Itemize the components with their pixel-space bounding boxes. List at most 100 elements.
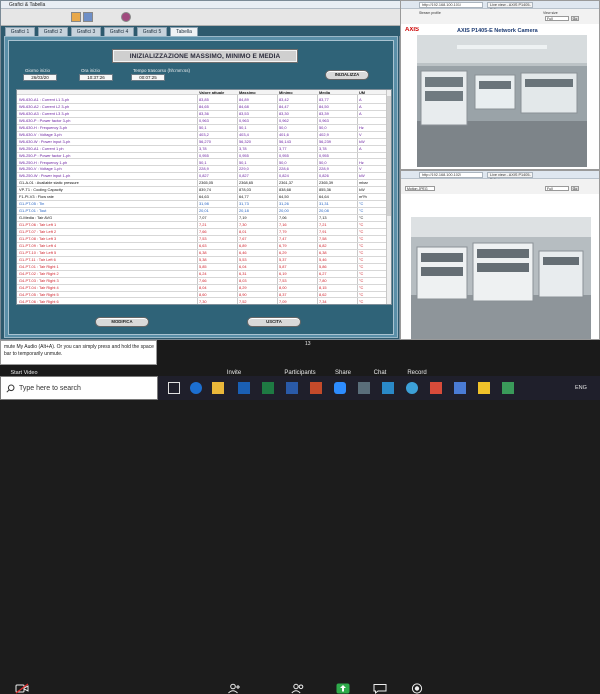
app-icon-6[interactable] — [478, 382, 490, 394]
participants-icon[interactable] — [291, 683, 305, 694]
table-row: G1-PT-05 : Tin 31,98 31,73 31,26 31,31 °C — [17, 201, 387, 209]
url-field-top[interactable]: http://192.168.100.101/ — [419, 2, 483, 8]
tab-grafici-4[interactable]: Grafici 4 — [104, 27, 134, 36]
powerpoint-icon[interactable] — [310, 382, 322, 394]
value-unit: °C — [359, 256, 364, 262]
view-size-select[interactable]: Full — [545, 16, 569, 21]
value-current: 50,1 — [199, 159, 207, 165]
search-icon — [6, 384, 15, 393]
elapsed-label: Tempo trascorso (hh:mm:ss) — [133, 68, 191, 73]
value-current: 20,01 — [199, 208, 209, 214]
file-explorer-icon[interactable] — [212, 382, 224, 394]
tab-grafici-3[interactable]: Grafici 3 — [71, 27, 101, 36]
share-icon[interactable] — [336, 683, 350, 694]
value-avg: 7,80 — [319, 277, 327, 283]
row-label: G4-PT-02 : Tair Right 2 — [19, 270, 59, 276]
row-label: W6-630-A1 : Current L1 3-ph — [19, 96, 70, 102]
value-max: 7,30 — [239, 222, 247, 228]
view-size-select-bottom[interactable]: Full — [545, 186, 569, 191]
value-min: 50,0 — [279, 159, 287, 165]
task-view-icon[interactable] — [168, 382, 180, 394]
table-row: G4-PT-06 : Tair Right 6 7,30 7,52 7,09 7,34 °… — [17, 298, 387, 305]
value-min: 7,47 — [279, 235, 287, 241]
value-unit: °C — [359, 201, 364, 207]
modifica-button[interactable]: MODIFICA — [95, 317, 149, 327]
value-max: 8,03 — [239, 277, 247, 283]
scrollbar-thumb[interactable] — [386, 96, 391, 216]
row-label: F1-PI-V3 : Flow rate — [19, 194, 54, 200]
record-icon[interactable] — [410, 683, 424, 694]
browser-tab-bottom[interactable]: Live view - AXIS P1405-E Net... — [487, 172, 533, 182]
word-icon[interactable] — [286, 382, 298, 394]
browser-tab-top[interactable]: Live view - AXIS P1405-E N... — [487, 2, 533, 12]
value-current: 7,53 — [199, 235, 207, 241]
camera-feed-bottom — [411, 217, 591, 339]
init-button[interactable]: INIZIALIZZA — [325, 70, 369, 80]
value-unit: °C — [359, 222, 364, 228]
exit-button[interactable]: USCITA — [247, 317, 301, 327]
value-max: 6,04 — [239, 263, 247, 269]
app-icon-1[interactable] — [358, 382, 370, 394]
value-current: 50,1 — [199, 124, 207, 130]
value-unit: A — [359, 110, 362, 116]
app-icon-3[interactable] — [406, 382, 418, 394]
tab-grafici-5[interactable]: Grafici 5 — [137, 27, 167, 36]
zoom-icon[interactable] — [334, 382, 346, 394]
url-field-bottom[interactable]: http://192.168.100.102/ — [419, 172, 483, 178]
value-current: 228,9 — [199, 166, 209, 172]
value-current: 0,827 — [199, 173, 209, 179]
camera-image-bottom — [411, 217, 591, 339]
chart-icon[interactable] — [71, 12, 81, 22]
row-label: W6-630-H : Frequency 3-ph — [19, 124, 68, 130]
video-camera-icon[interactable] — [15, 683, 29, 694]
language-indicator[interactable]: ENG — [575, 385, 587, 391]
exit-icon[interactable] — [121, 12, 131, 22]
value-min: 50,0 — [279, 124, 287, 130]
stream-select-bottom[interactable]: Motion JPEG — [405, 186, 435, 191]
tab-grafici-1[interactable]: Grafici 1 — [5, 27, 35, 36]
chat-icon[interactable] — [373, 683, 387, 694]
value-avg: 7,21 — [319, 222, 327, 228]
table-row: G4-PT-05 : Tair Right 5 8,60 8,90 8,37 8,62 °… — [17, 292, 387, 299]
go-button-bottom[interactable]: Go — [571, 186, 579, 191]
value-max: 6,31 — [239, 270, 247, 276]
app-window: Grafici & Tabella Grafici 1 Grafici 2 Gr… — [0, 0, 401, 340]
invite-icon[interactable] — [227, 683, 241, 694]
value-current: 8,60 — [199, 291, 207, 297]
edge-icon[interactable] — [190, 382, 202, 394]
go-button-top[interactable]: Go — [571, 16, 579, 21]
value-avg: 7,34 — [319, 298, 327, 304]
app-icon-5[interactable] — [454, 382, 466, 394]
value-current: 5,85 — [199, 263, 207, 269]
app-icon-7[interactable] — [502, 382, 514, 394]
grid-icon[interactable] — [83, 12, 93, 22]
value-max: 50,1 — [239, 159, 247, 165]
value-avg: 855,36 — [319, 187, 331, 193]
value-avg: 228,9 — [319, 166, 329, 172]
value-max: 0,955 — [239, 152, 249, 158]
table-scrollbar[interactable] — [386, 90, 391, 304]
column-header: Media — [319, 90, 331, 95]
value-max: 6,89 — [239, 242, 247, 248]
value-unit: kW — [359, 138, 365, 144]
value-avg: 402,9 — [319, 131, 329, 137]
value-current: 6,24 — [199, 270, 207, 276]
app-icon-4[interactable] — [430, 382, 442, 394]
row-label: W6-630-W : Power input 3-ph — [19, 138, 71, 144]
value-unit: °C — [359, 270, 364, 276]
value-avg: 0,955 — [319, 152, 329, 158]
value-max: 5,53 — [239, 256, 247, 262]
tab-tabella[interactable]: Tabella — [170, 27, 198, 36]
taskbar-search[interactable]: Type here to search — [0, 376, 158, 400]
value-min: 6,79 — [279, 242, 287, 248]
value-max: 56,320 — [239, 138, 251, 144]
outlook-icon[interactable] — [238, 382, 250, 394]
value-current: 83,36 — [199, 110, 209, 116]
value-avg: 2365,39 — [319, 180, 334, 186]
tab-grafici-2[interactable]: Grafici 2 — [38, 27, 68, 36]
value-avg: 7,91 — [319, 229, 327, 234]
value-min: 64,50 — [279, 194, 289, 200]
value-avg: 5,86 — [319, 263, 327, 269]
excel-icon[interactable] — [262, 382, 274, 394]
app-icon-2[interactable] — [382, 382, 394, 394]
